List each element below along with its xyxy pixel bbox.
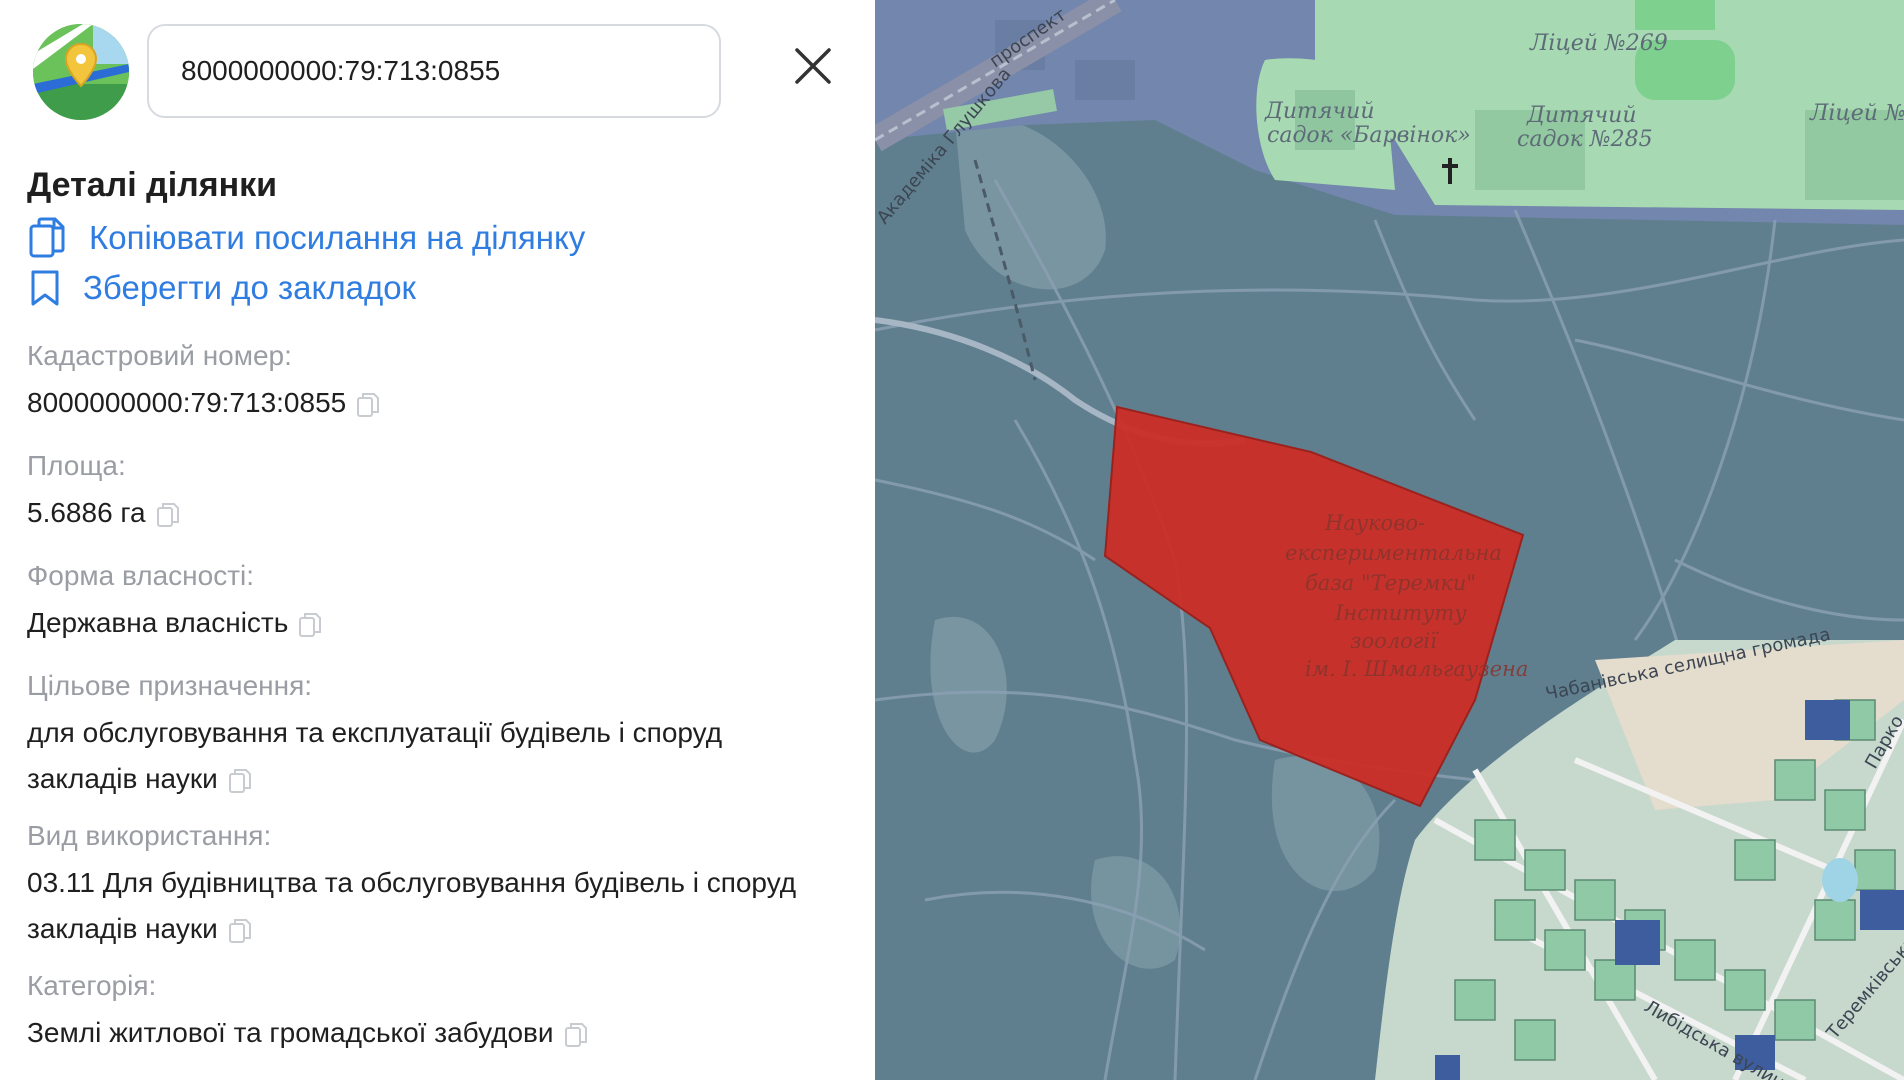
map-label-base-line3: база "Теремки" [1305,571,1476,595]
field-label: Площа: [27,450,126,481]
field-label: Цільове призначення: [27,670,313,701]
map-label-school2: Ліцей №2 [1809,101,1904,126]
bookmark-icon [31,270,59,306]
map-label-base-line1: Науково- [1324,511,1425,535]
purpose-value: для обслуговування та експлуатації будів… [27,717,723,794]
field-value: Землі житлової та громадської забудови [27,1010,797,1056]
copy-icon[interactable] [356,391,380,419]
field-value: 5.6886 га [27,490,797,536]
copy-icon[interactable] [564,1021,588,1049]
close-icon[interactable] [793,46,833,86]
copy-icon[interactable] [298,611,322,639]
field-label: Форма власності: [27,560,255,591]
field-value: Державна власність [27,600,797,646]
cadastral-number-value: 8000000000:79:713:0855 [27,387,347,418]
map-canvas[interactable]: Ліцей №269 Ліцей №2 Дитячий садок «Барві… [875,0,1904,1080]
field-category: Категорія: Землі житлової та громадської… [27,970,797,1056]
area-value: 5.6886 га [27,497,146,528]
map-label-kinder2-line2: садок №285 [1517,127,1653,152]
bookmark-label: Зберегти до закладок [83,269,416,306]
ownership-value: Державна власність [27,607,289,638]
details-title: Деталі ділянки [27,166,278,204]
copy-link-button[interactable]: Копіювати посилання на ділянку [27,216,585,260]
copy-icon[interactable] [228,917,252,945]
field-label: Вид використання: [27,820,272,851]
usage-type-value: 03.11 Для будівництва та обслуговування … [27,867,797,944]
pond [1822,858,1858,902]
copy-icon[interactable] [228,767,252,795]
map-view[interactable]: Ліцей №269 Ліцей №2 Дитячий садок «Барві… [875,0,1904,1080]
map-label-school: Ліцей №269 [1529,31,1668,56]
map-label-kinder1-line1: Дитячий [1264,99,1375,124]
search-input[interactable]: 8000000000:79:713:0855 [147,24,721,118]
field-label: Категорія: [27,970,157,1001]
copy-icon [29,217,65,258]
field-ownership: Форма власності: Державна власність [27,560,797,646]
field-label: Кадастровий номер: [27,340,292,371]
copy-icon[interactable] [156,501,180,529]
map-label-base-line4: Інституту [1334,601,1467,625]
copy-link-label: Копіювати посилання на ділянку [89,219,586,256]
category-value: Землі житлової та громадської забудови [27,1017,554,1048]
map-label-base-line5: зоології [1350,629,1439,653]
building [1635,0,1715,30]
bookmark-button[interactable]: Зберегти до закладок [27,268,416,308]
app-logo-map-pin-icon [33,24,129,120]
field-value: для обслуговування та експлуатації будів… [27,710,797,802]
map-label-kinder1-line2: садок «Барвінок» [1267,123,1471,148]
field-area: Площа: 5.6886 га [27,450,797,536]
details-panel: 8000000000:79:713:0855 Деталі ділянки Ко… [0,0,875,1080]
field-usage-type: Вид використання: 03.11 Для будівництва … [27,820,797,952]
field-value: 8000000000:79:713:0855 [27,380,797,426]
field-cadastral-number: Кадастровий номер: 8000000000:79:713:085… [27,340,797,426]
map-label-kinder2-line1: Дитячий [1526,103,1637,128]
map-label-base-line6: ім. І. Шмальгаузена [1305,657,1528,681]
field-purpose: Цільове призначення: для обслуговування … [27,670,797,802]
map-label-base-line2: експериментальна [1285,541,1502,565]
field-value: 03.11 Для будівництва та обслуговування … [27,860,797,952]
building [1075,60,1135,100]
